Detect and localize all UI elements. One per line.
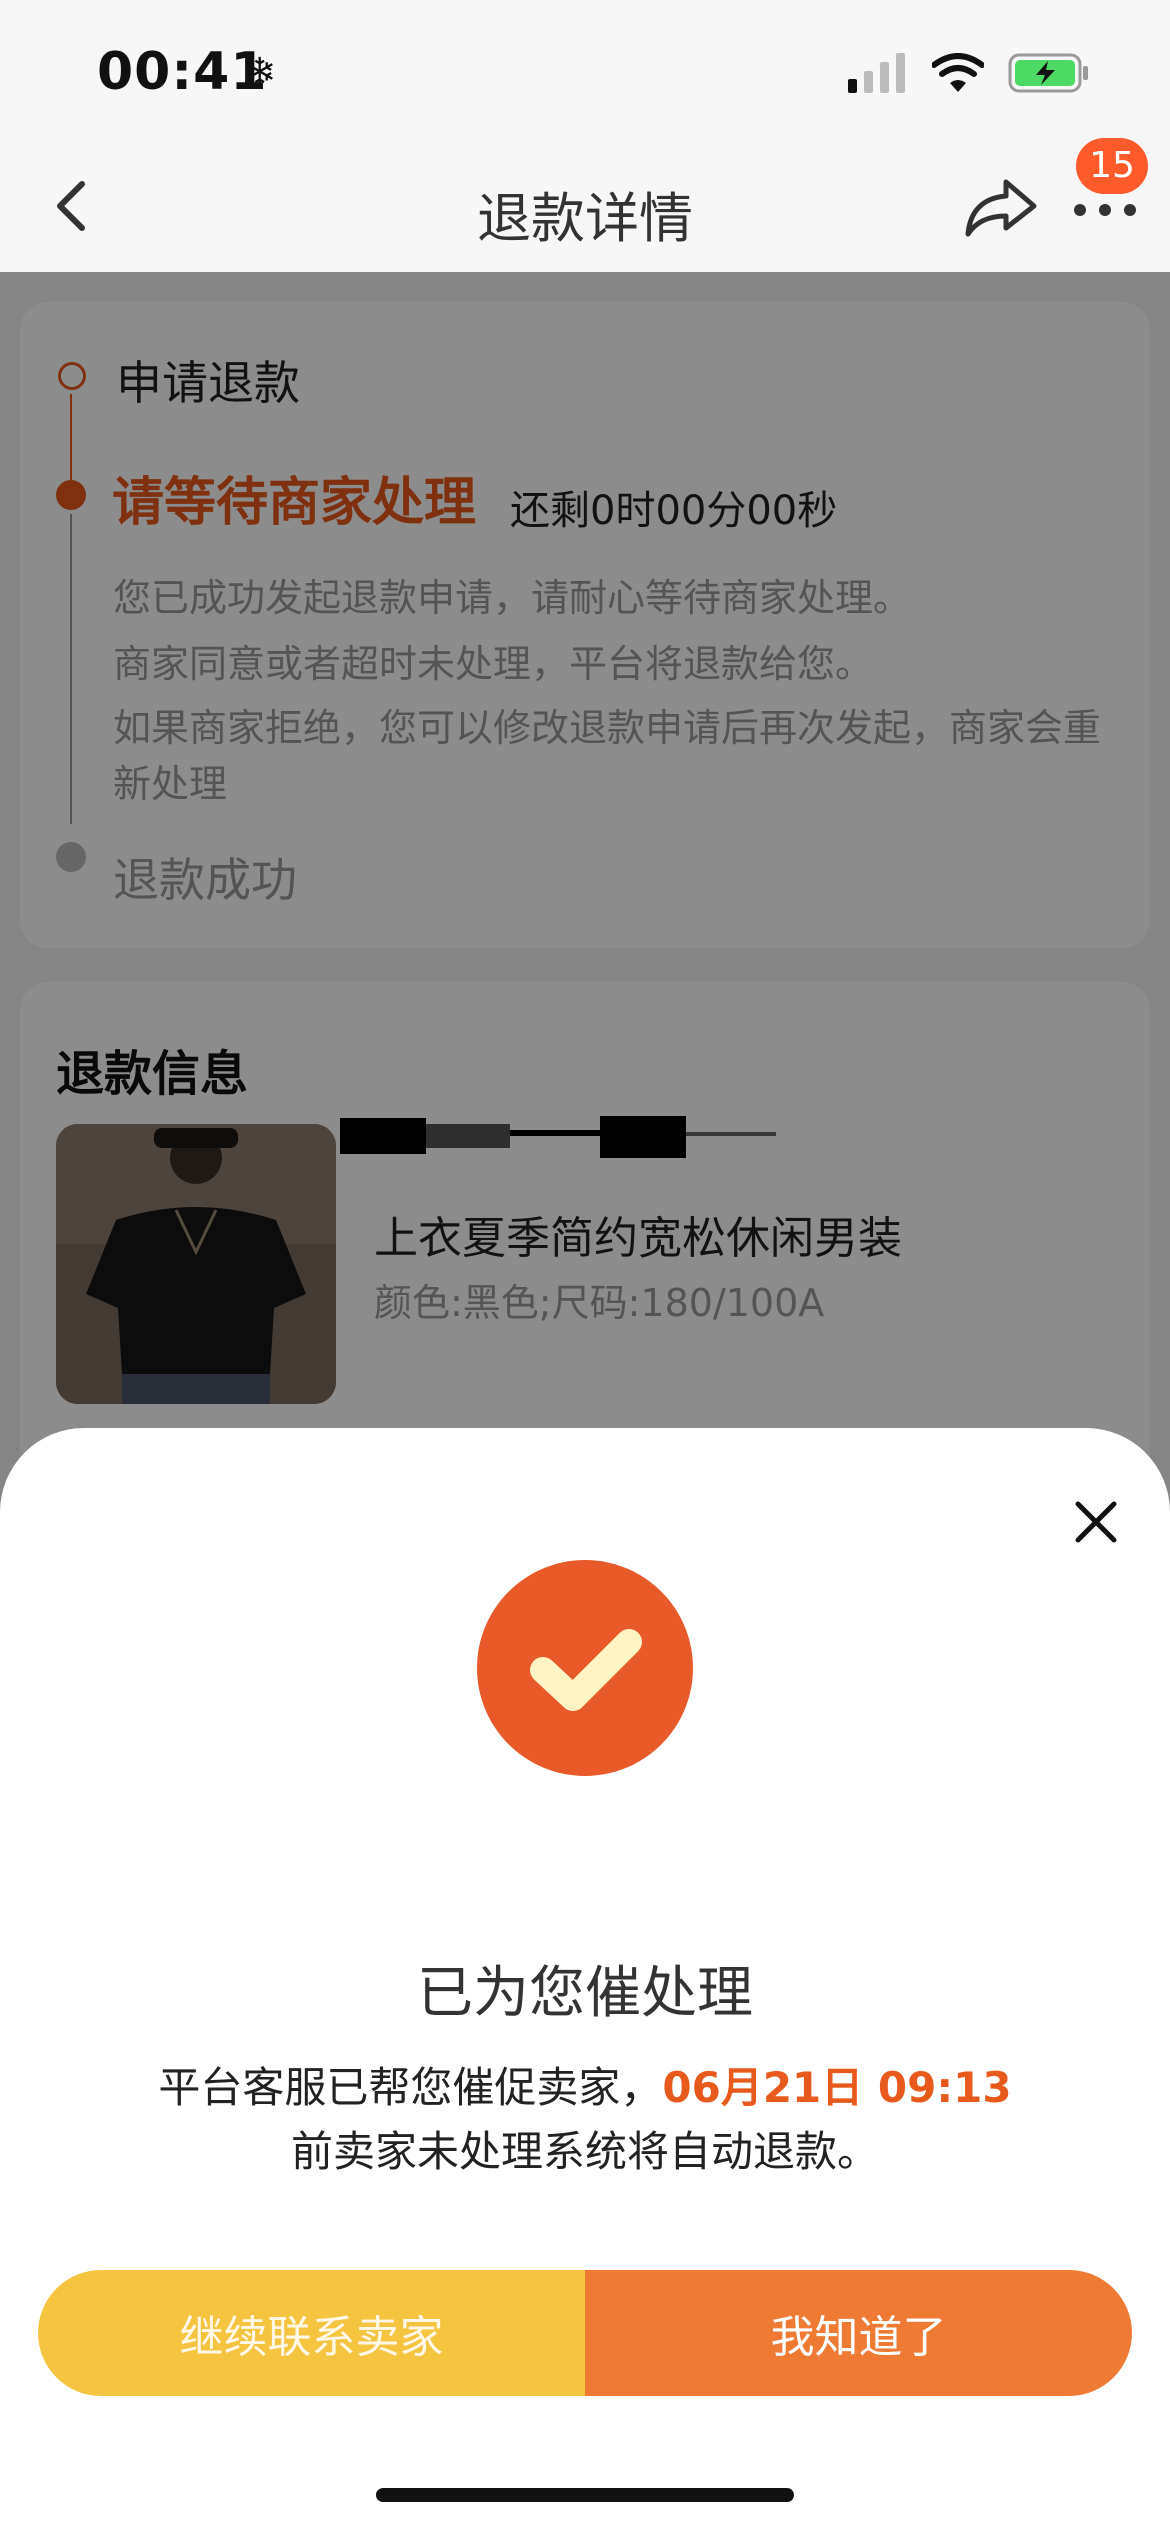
sheet-title: 已为您催处理 <box>417 1961 753 2026</box>
sheet-message-line2: 前卖家未处理系统将自动退款。 <box>290 2127 879 2176</box>
nav-bar: 退款详情 15 <box>0 138 1170 272</box>
urge-result-sheet: 已为您催处理 平台客服已帮您催促卖家，06月21日 09:13 前卖家未处理系统… <box>0 1428 1170 2532</box>
wifi-icon <box>932 53 984 92</box>
acknowledge-button[interactable]: 我知道了 <box>585 2270 1132 2396</box>
sheet-actions: 继续联系卖家 我知道了 <box>38 2270 1132 2396</box>
home-indicator[interactable] <box>376 2488 794 2502</box>
success-badge <box>477 1560 693 1776</box>
battery-charging-icon <box>1008 53 1088 93</box>
snowflake-icon: ❄ <box>243 50 277 96</box>
contact-seller-button[interactable]: 继续联系卖家 <box>38 2270 585 2396</box>
signal-icon <box>848 53 905 93</box>
notification-badge: 15 <box>1076 138 1148 194</box>
close-icon[interactable] <box>1068 1494 1124 1550</box>
status-time: 00:41 <box>97 42 268 102</box>
share-icon[interactable] <box>962 170 1042 242</box>
status-icons <box>848 52 1090 94</box>
sheet-message-line1: 平台客服已帮您催促卖家，06月21日 09:13 <box>0 2054 1170 2115</box>
deadline-datetime: 06月21日 09:13 <box>662 2063 1012 2112</box>
status-bar: 00:41 ❄ <box>0 0 1170 140</box>
message-prefix: 平台客服已帮您催促卖家， <box>158 2063 663 2112</box>
check-icon <box>530 1629 642 1711</box>
